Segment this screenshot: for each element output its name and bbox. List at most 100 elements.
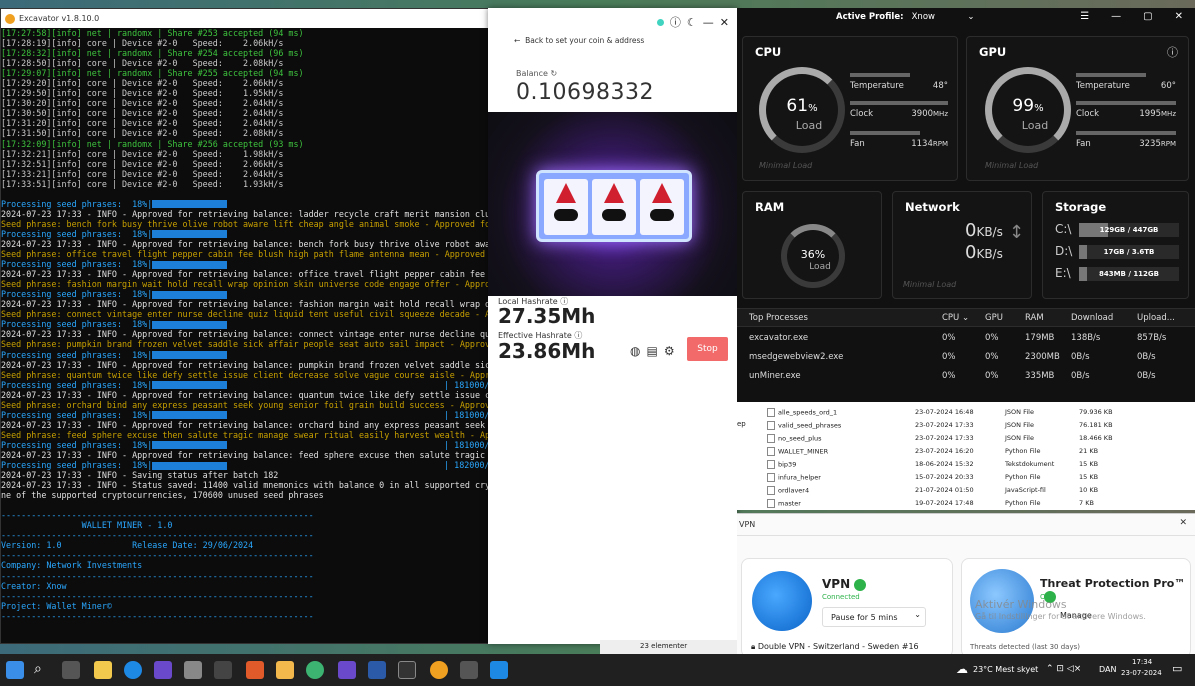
menu-icon[interactable]: ☰ — [1080, 11, 1089, 22]
table-cell: 0B/s — [1137, 371, 1156, 381]
progress-bar — [152, 381, 228, 390]
table-cell: 0% — [942, 352, 956, 362]
weather-icon[interactable]: ☁ — [956, 662, 968, 676]
file-cell: Python File — [1005, 473, 1041, 481]
back-link[interactable]: ← Back to set your coin & address — [488, 36, 737, 45]
monitor-titlebar: Active Profile: Xnow ⌄ ☰ — ▢ ✕ — [737, 8, 1195, 28]
clock-time[interactable]: 17:34 — [1132, 658, 1152, 666]
table-cell: 0% — [985, 371, 999, 381]
file-row[interactable]: master 19-07-2024 17:48 Python File 7 KB — [737, 496, 1195, 509]
close-icon[interactable]: ✕ — [1175, 11, 1183, 22]
table-cell: msedgewebview2.exe — [749, 352, 844, 362]
app-icon[interactable] — [368, 661, 386, 679]
chrome-icon[interactable] — [306, 661, 324, 679]
search-icon[interactable]: ⌕ — [34, 661, 52, 679]
app-icon[interactable] — [154, 661, 172, 679]
file-cell: 23-07-2024 16:48 — [915, 408, 974, 416]
file-cell: JavaScript-fil — [1005, 486, 1046, 494]
weather-label[interactable]: 23°C Mest skyet — [973, 665, 1038, 674]
refresh-icon[interactable]: ↻ — [550, 69, 557, 78]
minimize-icon[interactable]: — — [1111, 11, 1121, 22]
excavator-titlebar: ⓘ ☾ — ✕ — [488, 8, 737, 36]
arrows-updown-icon: ↕ — [1009, 222, 1025, 243]
app-icon[interactable] — [214, 661, 232, 679]
app-icon[interactable] — [460, 661, 478, 679]
file-cell: Tekstdokument — [1005, 460, 1055, 468]
app-icon[interactable] — [338, 661, 356, 679]
file-cell: 21-07-2024 01:50 — [915, 486, 974, 494]
file-icon — [767, 473, 775, 482]
file-cell: 21 KB — [1079, 447, 1099, 455]
gpu-load-percent: 99% — [1012, 95, 1044, 116]
table-row[interactable]: msedgewebview2.exe 0% 0% 2300MB 0B/s 0B/s — [737, 348, 1195, 367]
globe-icon[interactable]: ◍ — [630, 344, 640, 358]
gear-icon[interactable]: ⚙ — [664, 344, 675, 358]
file-row[interactable]: valid_seed_phrases 23-07-2024 17:33 JSON F… — [737, 418, 1195, 431]
file-row[interactable]: WALLET_MINER 23-07-2024 16:20 Python File 2… — [737, 444, 1195, 457]
app-icon[interactable] — [184, 661, 202, 679]
file-cell: ordlaver4 — [767, 486, 809, 495]
windows-start-icon[interactable] — [6, 661, 24, 679]
task-view-icon[interactable] — [62, 661, 80, 679]
progress-bar — [152, 260, 228, 269]
chevron-down-icon: ⌄ — [914, 610, 921, 619]
tray-icons[interactable]: ⌃ ⊡ ◁× — [1046, 664, 1081, 674]
local-hashrate-value: 27.35Mh — [498, 304, 596, 328]
progress-bar — [152, 461, 228, 470]
edge-icon[interactable] — [124, 661, 142, 679]
file-row[interactable]: no_seed_plus 23-07-2024 17:33 JSON File 18.… — [737, 431, 1195, 444]
table-row[interactable]: excavator.exe 0% 0% 179MB 138B/s 857B/s — [737, 329, 1195, 348]
terminal-icon[interactable] — [398, 661, 416, 679]
minimize-icon[interactable]: — — [703, 16, 714, 29]
file-cell: 10 KB — [1079, 486, 1099, 494]
gpu-fan-stat: Fan 3235RPM — [1076, 131, 1176, 149]
file-row[interactable]: ordlaver4 21-07-2024 01:50 JavaScript-fil 1… — [737, 483, 1195, 496]
clock-date[interactable]: 23-07-2024 — [1121, 669, 1162, 677]
close-icon[interactable]: ✕ — [1179, 518, 1187, 528]
file-row[interactable]: bip39 18-06-2024 15:32 Tekstdokument 15 KB — [737, 457, 1195, 470]
drive-usage-bar: 843MB / 112GB — [1079, 267, 1179, 281]
app-icon[interactable] — [246, 661, 264, 679]
excavator-icon[interactable] — [430, 661, 448, 679]
language-indicator[interactable]: DAN — [1099, 665, 1116, 674]
gpu-clock-stat: Clock 1995MHz — [1076, 101, 1176, 119]
column-header: CPU ⌄ — [942, 313, 970, 323]
table-cell: unMiner.exe — [749, 371, 801, 381]
gpu-card: GPU ⓘ 99% Load Temperature 60° Clock 1995M… — [966, 36, 1189, 181]
drive-usage-bar: 17GB / 3.6TB — [1079, 245, 1179, 259]
file-cell: 15 KB — [1079, 473, 1099, 481]
close-icon[interactable]: ✕ — [720, 16, 729, 29]
file-row[interactable]: alle_speeds_ord_1 23-07-2024 16:48 JSON Fi… — [737, 405, 1195, 418]
file-cell: 23-07-2024 17:33 — [915, 434, 974, 442]
document-icon[interactable]: ▤ — [646, 344, 657, 358]
column-header: GPU — [985, 313, 1003, 323]
table-row[interactable]: unMiner.exe 0% 0% 335MB 0B/s 0B/s — [737, 367, 1195, 386]
drive-letter: D:\ — [1055, 244, 1073, 258]
terminal-title: Excavator v1.8.10.0 — [19, 14, 100, 23]
file-cell: 19-07-2024 17:48 — [915, 499, 974, 507]
info-icon[interactable]: ⓘ — [1167, 44, 1178, 60]
file-cell: JSON File — [1005, 434, 1034, 442]
theme-moon-icon[interactable]: ☾ — [687, 16, 697, 29]
stop-button[interactable]: Stop — [687, 337, 728, 361]
active-profile-select[interactable]: Xnow — [912, 12, 935, 22]
file-icon — [767, 499, 775, 508]
table-header[interactable]: Top Processes CPU ⌄ GPU RAM Download Upload..… — [737, 308, 1195, 327]
progress-bar — [152, 441, 228, 450]
gpu-gauge: 99% Load — [985, 67, 1071, 153]
info-icon[interactable]: ⓘ — [670, 14, 681, 30]
widgets-icon[interactable] — [94, 661, 112, 679]
column-header: Upload... — [1137, 313, 1175, 323]
gpu-temp-stat: Temperature 60° — [1076, 73, 1176, 91]
file-row[interactable]: infura_helper 15-07-2024 20:33 Python File… — [737, 470, 1195, 483]
maximize-icon[interactable]: ▢ — [1143, 11, 1152, 22]
file-cell: alle_speeds_ord_1 — [767, 408, 837, 417]
network-card: Network 0KB/s 0KB/s ↕ Minimal Load — [892, 191, 1032, 299]
app-icon[interactable] — [490, 661, 508, 679]
pause-button[interactable]: Pause for 5 mins ⌄ — [822, 607, 926, 627]
file-cell: 76.181 KB — [1079, 421, 1113, 429]
file-explorer-icon[interactable] — [276, 661, 294, 679]
chevron-down-icon[interactable]: ⌄ — [967, 12, 974, 22]
ram-load-label: Load — [809, 262, 831, 273]
notification-icon[interactable]: ▭ — [1172, 662, 1182, 675]
